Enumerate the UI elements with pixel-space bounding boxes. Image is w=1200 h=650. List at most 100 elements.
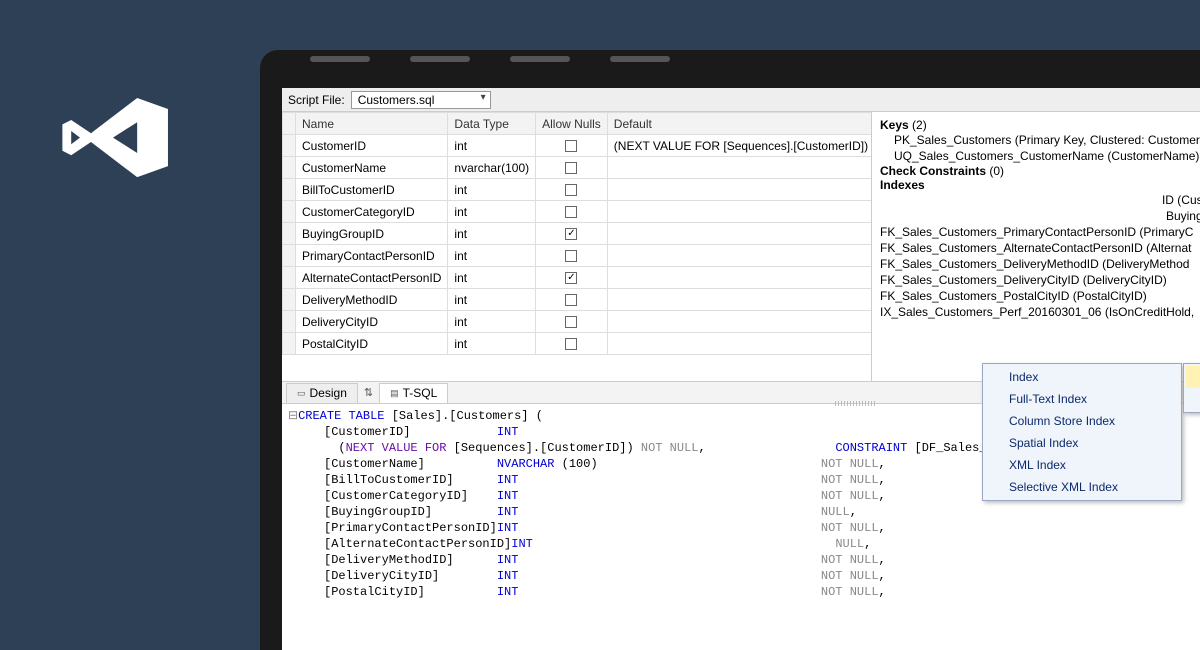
key-item[interactable]: UQ_Sales_Customers_CustomerName (Custome… (880, 148, 1200, 164)
cell-allownulls[interactable] (536, 201, 608, 223)
menu-item-columnstore-index[interactable]: Column Store Index (985, 410, 1179, 432)
cell-name[interactable]: PrimaryContactPersonID (296, 245, 448, 267)
col-name[interactable]: Name (296, 113, 448, 135)
fk-item[interactable]: IX_Sales_Customers_Perf_20160301_06 (IsO… (880, 304, 1200, 320)
tsql-icon: ▤ (390, 388, 399, 399)
fk-item[interactable]: FK_Sales_Customers_DeliveryCityID (Deliv… (880, 272, 1200, 288)
table-row[interactable]: BuyingGroupIDint ✓ (283, 223, 873, 245)
cell-name[interactable]: BuyingGroupID (296, 223, 448, 245)
cell-default[interactable] (607, 223, 872, 245)
cell-datatype[interactable]: int (448, 223, 536, 245)
menu-item-index[interactable]: Index (985, 366, 1179, 388)
cell-allownulls[interactable] (536, 135, 608, 157)
cell-default[interactable] (607, 157, 872, 179)
menu-item-switch-tsql[interactable]: Switch to T-SQL Pane (1186, 388, 1200, 410)
cell-datatype[interactable]: int (448, 135, 536, 157)
table-row[interactable]: CustomerIDint (NEXT VALUE FOR [Sequences]… (283, 135, 873, 157)
fk-item[interactable]: FK_Sales_Customers_PrimaryContactPersonI… (880, 224, 1200, 240)
table-row[interactable]: CustomerNamenvarchar(100) (283, 157, 873, 179)
row-header[interactable] (283, 223, 296, 245)
cell-allownulls[interactable] (536, 179, 608, 201)
checkbox-icon[interactable] (565, 250, 577, 262)
cell-default[interactable]: (NEXT VALUE FOR [Sequences].[CustomerID]… (607, 135, 872, 157)
fk-item[interactable]: FK_Sales_Customers_PostalCityID (PostalC… (880, 288, 1200, 304)
row-header[interactable] (283, 311, 296, 333)
table-row[interactable]: CustomerCategoryIDint (283, 201, 873, 223)
cell-name[interactable]: PostalCityID (296, 333, 448, 355)
menu-item-selective-xml-index[interactable]: Selective XML Index (985, 476, 1179, 498)
cell-default[interactable] (607, 289, 872, 311)
cell-allownulls[interactable]: ✓ (536, 223, 608, 245)
menu-item-add-new[interactable]: Add New▶ (1186, 366, 1200, 388)
cell-datatype[interactable]: int (448, 333, 536, 355)
checkbox-icon[interactable] (565, 316, 577, 328)
cell-allownulls[interactable] (536, 311, 608, 333)
checkbox-icon[interactable] (565, 162, 577, 174)
checkbox-icon[interactable] (565, 206, 577, 218)
row-header[interactable] (283, 135, 296, 157)
table-row[interactable]: AlternateContactPersonIDint ✓ (283, 267, 873, 289)
cell-default[interactable] (607, 245, 872, 267)
cell-default[interactable] (607, 179, 872, 201)
cell-name[interactable]: CustomerName (296, 157, 448, 179)
col-allownulls[interactable]: Allow Nulls (536, 113, 608, 135)
col-default[interactable]: Default (607, 113, 872, 135)
menu-item-spatial-index[interactable]: Spatial Index (985, 432, 1179, 454)
tab-tsql[interactable]: ▤T-SQL (379, 383, 448, 403)
row-header[interactable] (283, 179, 296, 201)
fk-item[interactable]: ID (CustomerCat (880, 192, 1200, 208)
columns-grid[interactable]: Name Data Type Allow Nulls Default Custo… (282, 112, 872, 381)
checkbox-icon[interactable] (565, 338, 577, 350)
row-header[interactable] (283, 267, 296, 289)
cell-default[interactable] (607, 311, 872, 333)
fk-item[interactable]: FK_Sales_Customers_AlternateContactPerso… (880, 240, 1200, 256)
cell-allownulls[interactable] (536, 333, 608, 355)
cell-name[interactable]: CustomerCategoryID (296, 201, 448, 223)
grid-corner (283, 113, 296, 135)
checkbox-icon[interactable]: ✓ (565, 272, 577, 284)
cell-name[interactable]: DeliveryCityID (296, 311, 448, 333)
key-item[interactable]: PK_Sales_Customers (Primary Key, Cluster… (880, 132, 1200, 148)
cell-datatype[interactable]: nvarchar(100) (448, 157, 536, 179)
cell-name[interactable]: BillToCustomerID (296, 179, 448, 201)
cell-default[interactable] (607, 201, 872, 223)
table-row[interactable]: DeliveryMethodIDint (283, 289, 873, 311)
table-row[interactable]: BillToCustomerIDint (283, 179, 873, 201)
tab-design[interactable]: ▭Design (286, 383, 358, 403)
table-row[interactable]: DeliveryCityIDint (283, 311, 873, 333)
table-row[interactable]: PrimaryContactPersonIDint (283, 245, 873, 267)
cell-default[interactable] (607, 333, 872, 355)
row-header[interactable] (283, 289, 296, 311)
cell-allownulls[interactable] (536, 289, 608, 311)
row-header[interactable] (283, 245, 296, 267)
splitter-handle[interactable] (835, 401, 875, 406)
fk-item[interactable]: BuyingGroupID) (880, 208, 1200, 224)
checkbox-icon[interactable] (565, 294, 577, 306)
cell-datatype[interactable]: int (448, 201, 536, 223)
cell-allownulls[interactable] (536, 157, 608, 179)
fk-item[interactable]: FK_Sales_Customers_DeliveryMethodID (Del… (880, 256, 1200, 272)
cell-name[interactable]: DeliveryMethodID (296, 289, 448, 311)
checkbox-icon[interactable]: ✓ (565, 228, 577, 240)
swap-icon[interactable]: ⇅ (360, 384, 377, 401)
row-header[interactable] (283, 333, 296, 355)
cell-datatype[interactable]: int (448, 289, 536, 311)
menu-item-xml-index[interactable]: XML Index (985, 454, 1179, 476)
checkbox-icon[interactable] (565, 184, 577, 196)
cell-allownulls[interactable]: ✓ (536, 267, 608, 289)
checkbox-icon[interactable] (565, 140, 577, 152)
cell-datatype[interactable]: int (448, 245, 536, 267)
cell-datatype[interactable]: int (448, 179, 536, 201)
row-header[interactable] (283, 157, 296, 179)
col-datatype[interactable]: Data Type (448, 113, 536, 135)
table-row[interactable]: PostalCityIDint (283, 333, 873, 355)
menu-item-fulltext-index[interactable]: Full-Text Index (985, 388, 1179, 410)
cell-datatype[interactable]: int (448, 311, 536, 333)
script-file-dropdown[interactable]: Customers.sql (351, 91, 491, 109)
cell-default[interactable] (607, 267, 872, 289)
row-header[interactable] (283, 201, 296, 223)
cell-name[interactable]: CustomerID (296, 135, 448, 157)
cell-name[interactable]: AlternateContactPersonID (296, 267, 448, 289)
cell-datatype[interactable]: int (448, 267, 536, 289)
cell-allownulls[interactable] (536, 245, 608, 267)
